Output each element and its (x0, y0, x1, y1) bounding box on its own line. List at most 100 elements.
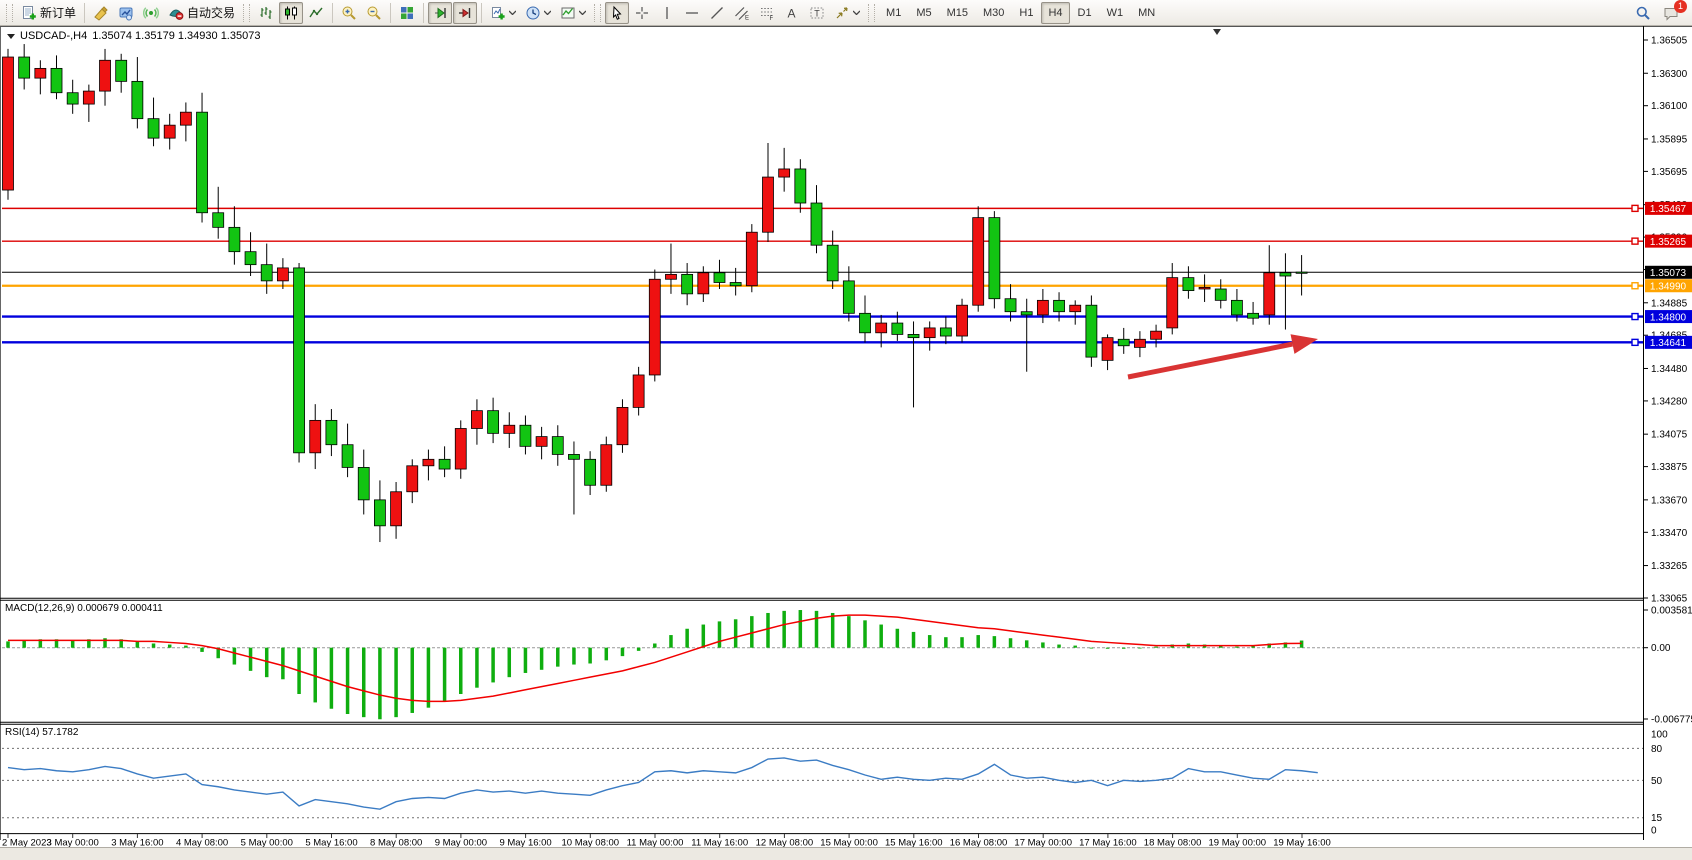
horizontal-line-icon (684, 5, 700, 21)
level-anchor-square (1632, 283, 1638, 289)
collapse-triangle-icon[interactable] (7, 34, 15, 39)
vertical-line-button[interactable] (655, 2, 679, 24)
macd-signal-line (8, 615, 1302, 701)
date-tick-label: 11 May 16:00 (691, 838, 748, 848)
date-tick-label: 18 May 08:00 (1144, 838, 1202, 848)
trendline-icon (709, 5, 725, 21)
level-price-label: 1.35073 (1650, 268, 1687, 279)
timeframe-H4-button[interactable]: H4 (1041, 2, 1069, 24)
zoom-in-button[interactable] (337, 2, 361, 24)
date-tick-label: 2 May 2023 (2, 838, 52, 848)
auto-trading-button[interactable]: 自动交易 (164, 2, 239, 24)
bar-chart-button[interactable] (254, 2, 278, 24)
search-button[interactable] (1631, 2, 1655, 24)
date-tick-label: 9 May 00:00 (435, 838, 487, 848)
new-order-label: 新订单 (40, 4, 76, 21)
chart-shift-icon (457, 5, 473, 21)
svg-text:A: A (788, 6, 796, 20)
toolbar-grip[interactable] (6, 4, 13, 22)
macd-axis-label: 0.00 (1651, 643, 1671, 654)
new-order-icon (21, 5, 37, 21)
horizontal-line-button[interactable] (680, 2, 704, 24)
main-toolbar: 新订单 自动交易 (0, 0, 1692, 26)
chat-button-wrap: 1 (1659, 2, 1683, 24)
candlestick-chart-icon (283, 5, 299, 21)
svg-text:E: E (745, 15, 749, 21)
macd-axis-label: 0.003581 (1651, 606, 1692, 617)
toolbar-grip[interactable] (868, 4, 875, 22)
text-icon: A (784, 5, 800, 21)
styler-button[interactable] (89, 2, 113, 24)
tile-windows-icon (399, 5, 415, 21)
timeframe-MN-button[interactable]: MN (1131, 2, 1162, 24)
chart-window[interactable]: 1.365051.363001.361001.358951.356951.354… (0, 26, 1692, 847)
price-tick-label: 1.33875 (1651, 462, 1688, 473)
new-order-button[interactable]: 新订单 (17, 2, 80, 24)
price-tick-label: 1.35695 (1651, 167, 1688, 178)
chart-title: USDCAD-,H41.35074 1.35179 1.34930 1.3507… (7, 30, 260, 42)
price-tick-label: 1.33470 (1651, 528, 1688, 539)
auto-trading-label: 自动交易 (187, 4, 235, 21)
price-tick-label: 1.33265 (1651, 561, 1688, 572)
date-tick-label: 3 May 00:00 (47, 838, 99, 848)
date-tick-label: 16 May 08:00 (950, 838, 1008, 848)
timeframe-D1-button[interactable]: D1 (1071, 2, 1099, 24)
level-price-label: 1.34641 (1650, 338, 1687, 349)
date-tick-label: 5 May 00:00 (241, 838, 293, 848)
svg-text:F: F (770, 16, 774, 21)
tile-windows-button[interactable] (395, 2, 419, 24)
candlestick-chart-button[interactable] (279, 2, 303, 24)
chart-symbol-timeframe: USDCAD-,H4 (20, 30, 87, 42)
level-anchor-square (1632, 339, 1638, 345)
crosshair-button[interactable] (630, 2, 654, 24)
channel-icon: E (734, 5, 750, 21)
equidistant-channel-button[interactable]: E (730, 2, 754, 24)
notification-badge[interactable]: 1 (1674, 0, 1687, 13)
chart-canvas[interactable]: 1.365051.363001.361001.358951.356951.354… (0, 26, 1692, 847)
date-tick-label: 19 May 00:00 (1209, 838, 1267, 848)
level-price-label: 1.34990 (1650, 282, 1687, 293)
cursor-icon (609, 5, 625, 21)
price-tick-label: 1.33670 (1651, 495, 1688, 506)
fibonacci-button[interactable]: F (755, 2, 779, 24)
publish-chart-icon (118, 5, 134, 21)
vertical-line-icon (659, 5, 675, 21)
indicators-button[interactable] (486, 2, 520, 24)
publish-button[interactable] (114, 2, 138, 24)
templates-button[interactable] (556, 2, 590, 24)
date-tick-label: 17 May 16:00 (1079, 838, 1137, 848)
price-tick-label: 1.36505 (1651, 36, 1688, 47)
price-tick-label: 1.35895 (1651, 134, 1688, 145)
timeframe-H1-button[interactable]: H1 (1012, 2, 1040, 24)
text-button[interactable]: A (780, 2, 804, 24)
toolbar-grip[interactable] (594, 4, 601, 22)
periods-button[interactable] (521, 2, 555, 24)
toolbar-grip[interactable] (243, 4, 250, 22)
timeframe-M30-button[interactable]: M30 (976, 2, 1011, 24)
timeframe-M15-button[interactable]: M15 (940, 2, 975, 24)
signal-button[interactable] (139, 2, 163, 24)
template-icon (560, 5, 576, 21)
line-chart-button[interactable] (304, 2, 328, 24)
arrows-button[interactable] (830, 2, 864, 24)
trendline-button[interactable] (705, 2, 729, 24)
rsi-line (8, 758, 1318, 809)
price-tick-label: 1.36100 (1651, 101, 1688, 112)
chevron-down-icon (544, 10, 551, 15)
cursor-button[interactable] (605, 2, 629, 24)
timeframe-M1-button[interactable]: M1 (879, 2, 908, 24)
timeframe-W1-button[interactable]: W1 (1100, 2, 1131, 24)
zoom-out-button[interactable] (362, 2, 386, 24)
horizontal-levels (2, 208, 1643, 342)
auto-scroll-icon (432, 5, 448, 21)
rsi-axis-label: 15 (1651, 813, 1663, 824)
chart-shift-button[interactable] (453, 2, 477, 24)
arrows-icon (834, 5, 850, 21)
timeframe-M5-button[interactable]: M5 (909, 2, 938, 24)
chevron-down-icon (509, 10, 516, 15)
price-tick-label: 1.34480 (1651, 364, 1688, 375)
rsi-indicator-label: RSI(14) 57.1782 (5, 727, 78, 738)
auto-scroll-button[interactable] (428, 2, 452, 24)
text-label-button[interactable]: T (805, 2, 829, 24)
macd-histogram (6, 610, 1303, 719)
